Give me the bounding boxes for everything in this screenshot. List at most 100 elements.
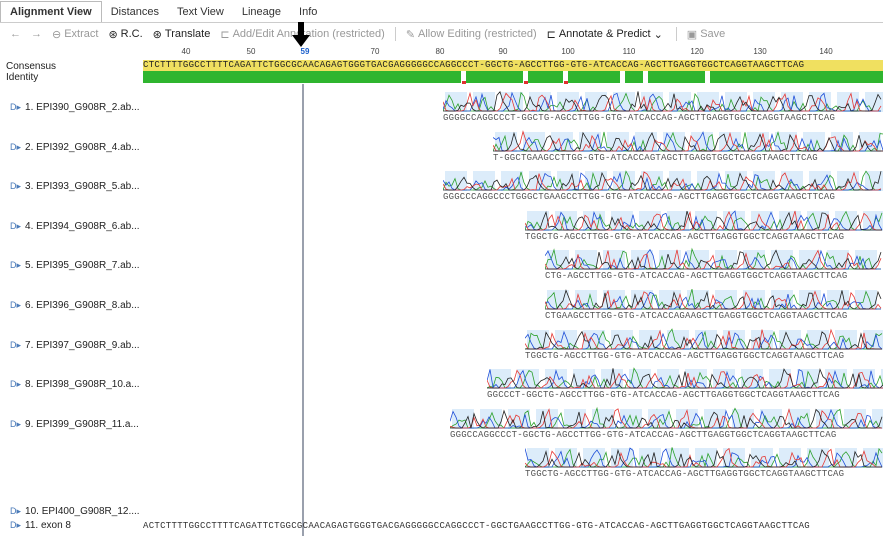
ruler-tick-label: 100 bbox=[561, 47, 575, 56]
save-label: Save bbox=[700, 28, 726, 40]
file-icon: D▸ bbox=[10, 506, 22, 516]
read-sequence[interactable]: CTGAAGCCTTGG-GTG-ATCACCAGAAGCTTGAGGTGGCT… bbox=[545, 311, 847, 321]
rc-label: R.C. bbox=[120, 28, 143, 40]
quality-bar bbox=[547, 250, 569, 271]
chromatogram-trace bbox=[493, 129, 883, 152]
position-marker-arrow-icon bbox=[292, 22, 310, 47]
tab-text-view[interactable]: Text View bbox=[168, 2, 233, 22]
position-ruler: 40 50 59 70 80 90 100 110 120 130 140 bbox=[143, 46, 883, 60]
ruler-tick-label: 70 bbox=[370, 47, 380, 56]
file-icon: D▸ bbox=[10, 418, 22, 429]
identity-mismatch bbox=[524, 81, 528, 84]
translate-icon: ⊛ bbox=[152, 28, 162, 41]
chromatogram-trace bbox=[487, 367, 883, 390]
track-name: 5. EPI395_G908R_7.ab... bbox=[25, 260, 140, 272]
track-label-9[interactable]: D▸ 9. EPI399_G908R_11.a... bbox=[10, 419, 139, 430]
ruler-tick-label: 110 bbox=[622, 47, 636, 56]
rc-button[interactable]: ⊛ R.C. bbox=[108, 28, 142, 41]
ruler-tick-label: 130 bbox=[753, 47, 767, 56]
annotate-predict-button[interactable]: ⊏ Annotate & Predict ⌄ bbox=[547, 28, 666, 41]
track-label-5[interactable]: D▸ 5. EPI395_G908R_7.ab... bbox=[10, 260, 140, 271]
file-icon: D▸ bbox=[10, 260, 22, 271]
tab-alignment-view[interactable]: Alignment View bbox=[0, 1, 102, 22]
file-icon: D▸ bbox=[10, 339, 22, 350]
ruler-tick-label: 50 bbox=[246, 47, 256, 56]
track-label-6[interactable]: D▸ 6. EPI396_G908R_8.ab... bbox=[10, 300, 140, 311]
ruler-tick-label: 40 bbox=[181, 47, 191, 56]
read-sequence[interactable]: CTG-AGCCTTGG-GTG-ATCACCAG-AGCTTGAGGTGGCT… bbox=[545, 271, 847, 281]
quality-bar bbox=[827, 250, 849, 271]
track-label-exon[interactable]: D▸ 11. exon 8 bbox=[10, 520, 71, 531]
read-sequence[interactable]: GGGCCCAGGCCCTGGGCTGAAGCCTTGG-GTG-ATCACCA… bbox=[443, 192, 835, 202]
track-name: 1. EPI390_G908R_2.ab... bbox=[25, 102, 140, 113]
file-icon: D▸ bbox=[10, 102, 22, 112]
save-icon: ▣ bbox=[686, 28, 698, 41]
quality-bar bbox=[501, 171, 523, 192]
quality-bar bbox=[536, 408, 558, 429]
track-name: 2. EPI392_G908R_4.ab... bbox=[25, 141, 140, 153]
ruler-tick-label: 80 bbox=[435, 47, 445, 56]
track-name: 10. EPI400_G908R_12.... bbox=[25, 506, 140, 517]
identity-label: Identity bbox=[6, 72, 39, 83]
chromatogram-trace bbox=[525, 447, 883, 469]
tab-info[interactable]: Info bbox=[290, 2, 326, 22]
view-tabs: Alignment View Distances Text View Linea… bbox=[0, 0, 883, 23]
ruler-tick-label: 90 bbox=[498, 47, 508, 56]
track-name: 3. EPI393_G908R_5.ab... bbox=[25, 181, 140, 193]
pencil-icon: ✎ bbox=[405, 28, 416, 41]
track-label-1[interactable]: D▸ 1. EPI390_G908R_2.ab... bbox=[10, 102, 140, 113]
extract-button[interactable]: ⊖ Extract bbox=[52, 28, 98, 41]
file-icon: D▸ bbox=[10, 379, 22, 390]
file-icon: D▸ bbox=[10, 520, 22, 530]
extract-label: Extract bbox=[64, 28, 99, 40]
cursor-position-line bbox=[303, 84, 304, 536]
quality-bar bbox=[613, 92, 635, 112]
allow-editing-button[interactable]: ✎ Allow Editing (restricted) bbox=[406, 28, 537, 41]
tab-distances[interactable]: Distances bbox=[102, 2, 168, 22]
read-sequence[interactable]: TGGCTG-AGCCTTGG-GTG-ATCACCAG-AGCTTGAGGTG… bbox=[525, 469, 844, 479]
track-name: 8. EPI398_G908R_10.a... bbox=[25, 379, 140, 391]
file-icon: D▸ bbox=[10, 181, 22, 192]
read-sequence[interactable]: GGGCCAGGCCCT-GGCTG-AGCCTTGG-GTG-ATCACCAG… bbox=[450, 430, 836, 440]
consensus-label: Consensus bbox=[6, 61, 57, 72]
save-button[interactable]: ▣ Save bbox=[687, 28, 725, 41]
track-label-2[interactable]: D▸ 2. EPI392_G908R_4.ab... bbox=[10, 142, 140, 153]
quality-bar bbox=[741, 369, 763, 390]
consensus-sequence[interactable]: CTCTTTTGGCCTTTTCAGATTCTGGCGCAACAGAGTGGGT… bbox=[143, 60, 883, 71]
chromatogram-trace bbox=[545, 288, 882, 310]
translate-button[interactable]: ⊛ Translate bbox=[153, 28, 211, 41]
toolbar: ← → ⊖ Extract ⊛ R.C. ⊛ Translate ⊏ Add/E… bbox=[0, 23, 883, 45]
track-label-3[interactable]: D▸ 3. EPI393_G908R_5.ab... bbox=[10, 181, 140, 192]
tab-lineage[interactable]: Lineage bbox=[233, 2, 290, 22]
back-button[interactable]: ← bbox=[10, 28, 21, 40]
identity-mismatch bbox=[462, 81, 466, 84]
track-label-4[interactable]: D▸ 4. EPI394_G908R_6.ab... bbox=[10, 221, 140, 232]
read-sequence[interactable]: GGGGCCAGGCCCT-GGCTG-AGCCTTGG-GTG-ATCACCA… bbox=[443, 113, 835, 123]
track-name: 11. exon 8 bbox=[25, 520, 71, 531]
file-icon: D▸ bbox=[10, 300, 22, 310]
annotation-icon: ⊏ bbox=[220, 28, 230, 41]
identity-gap bbox=[620, 71, 625, 83]
quality-bar bbox=[807, 329, 829, 350]
file-icon: D▸ bbox=[10, 141, 22, 152]
identity-bar bbox=[143, 71, 883, 84]
read-sequence[interactable]: TGGCTG-AGCCTTGG-GTG-ATCACCAG-AGCTTGAGGTG… bbox=[525, 351, 844, 361]
track-name: 7. EPI397_G908R_9.ab... bbox=[25, 339, 140, 351]
read-sequence[interactable]: TGGCTG-AGCCTTGG-GTG-ATCACCAG-AGCTTGAGGTG… bbox=[525, 232, 844, 242]
quality-bar bbox=[583, 448, 605, 469]
chromatogram-trace bbox=[525, 210, 883, 231]
read-sequence[interactable]: T-GGCTGAAGCCTTGG-GTG-ATCACCAGTAGCTTGAGGT… bbox=[493, 153, 818, 163]
quality-bar bbox=[837, 92, 859, 112]
read-sequence[interactable]: GGCCCT-GGCTG-AGCCTTGG-GTG-ATCACCAG-AGCTT… bbox=[487, 390, 840, 400]
track-label-7[interactable]: D▸ 7. EPI397_G908R_9.ab... bbox=[10, 340, 140, 351]
chromatogram-trace bbox=[525, 327, 883, 350]
identity-gap bbox=[705, 71, 710, 83]
track-label-10[interactable]: D▸ 10. EPI400_G908R_12.... bbox=[10, 506, 140, 517]
chromatogram-trace bbox=[443, 170, 883, 192]
track-label-8[interactable]: D▸ 8. EPI398_G908R_10.a... bbox=[10, 379, 140, 390]
track-name: 4. EPI394_G908R_6.ab... bbox=[25, 220, 140, 232]
exon-sequence[interactable]: ACTCTTTTGGCCTTTTCAGATTCTGGCGCAACAGAGTGGG… bbox=[143, 521, 810, 531]
identity-mismatch bbox=[564, 81, 568, 84]
ruler-tick-label: 120 bbox=[690, 47, 704, 56]
forward-button[interactable]: → bbox=[31, 28, 42, 40]
